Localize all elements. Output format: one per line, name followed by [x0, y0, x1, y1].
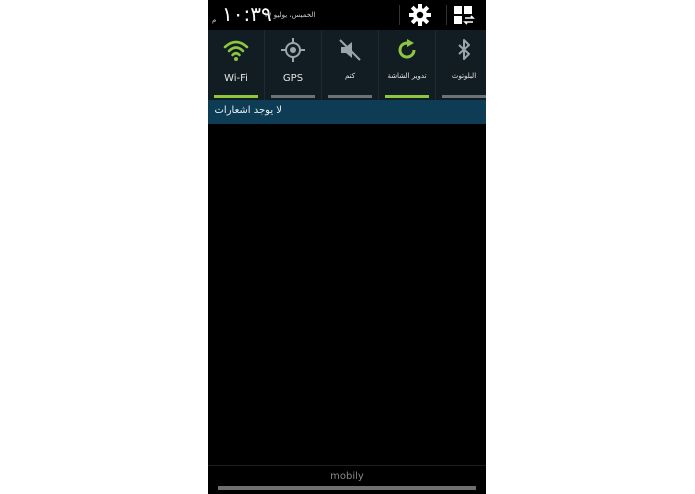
wifi-icon — [223, 40, 249, 61]
grid-swap-icon — [454, 6, 475, 25]
header-divider — [399, 5, 400, 25]
toggle-label: البلوتوث — [451, 72, 477, 80]
toggle-state-bar — [385, 95, 429, 98]
rotate-icon — [398, 39, 416, 59]
quick-settings-toggles: Wi-Fi GPS كتم تدوير الشاشة البلوتوث — [208, 30, 486, 100]
footer-divider — [208, 465, 486, 466]
toggle-state-bar — [214, 95, 258, 98]
panel-header: م ١٠:٣٩ الخميس، يوليو ١٧ — [208, 0, 486, 30]
no-notifications-text: لا يوجد اشعارات — [214, 105, 283, 116]
toggle-state-bar — [328, 95, 372, 98]
gps-icon — [281, 38, 305, 62]
bluetooth-icon — [458, 39, 470, 60]
toggle-label: GPS — [282, 73, 304, 84]
toggle-wifi[interactable]: Wi-Fi — [208, 30, 265, 100]
toggle-state-bar — [442, 95, 486, 98]
toggle-bluetooth[interactable]: البلوتوث — [436, 30, 486, 100]
ampm-label: م — [212, 16, 217, 24]
gear-icon — [409, 4, 431, 26]
toggle-screen-rotation[interactable]: تدوير الشاشة — [379, 30, 436, 100]
toggle-gps[interactable]: GPS — [265, 30, 322, 100]
notification-panel: م ١٠:٣٩ الخميس، يوليو ١٧ Wi-Fi GPS كتم ت… — [208, 0, 486, 494]
toggle-mute[interactable]: كتم — [322, 30, 379, 100]
date-label: الخميس، يوليو ١٧ — [264, 11, 316, 19]
carrier-label: mobily — [330, 471, 364, 482]
toggle-label: تدوير الشاشة — [387, 72, 427, 80]
notifications-header: لا يوجد اشعارات — [208, 100, 486, 124]
toggle-label: Wi-Fi — [224, 73, 248, 84]
toggle-label: كتم — [344, 72, 356, 80]
toggle-state-bar — [271, 95, 315, 98]
header-divider — [446, 5, 447, 25]
panel-drag-handle[interactable] — [218, 486, 476, 490]
mute-icon — [339, 39, 361, 61]
settings-button[interactable] — [406, 3, 434, 27]
edit-toggles-button[interactable] — [452, 4, 476, 26]
